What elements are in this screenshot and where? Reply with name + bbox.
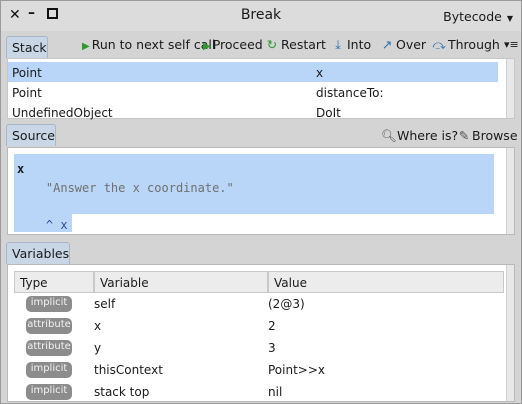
where-is-label: Where is? xyxy=(397,128,459,143)
variable-value: nil xyxy=(268,385,283,399)
title-bar: ✕ – Break Bytecode ▼ xyxy=(1,1,521,31)
browse-button[interactable]: ✎ Browse xyxy=(458,128,518,143)
proceed-label: Proceed xyxy=(212,37,263,52)
table-row[interactable]: implicit stack top nil xyxy=(14,381,504,403)
stack-toolbar: ▶ Run to next self call ▶ Proceed ↻ Restart… xyxy=(1,37,521,55)
restart-icon: ↻ xyxy=(266,37,278,52)
variable-value: 2 xyxy=(268,319,276,333)
step-through-label: Through xyxy=(448,37,500,52)
table-row[interactable]: implicit thisContext Point>>x xyxy=(14,359,504,381)
type-badge: attribute xyxy=(26,340,72,356)
step-over-button[interactable]: ↗ Over xyxy=(380,37,426,52)
step-through-button[interactable]: ⤼ Through xyxy=(432,37,500,53)
restart-label: Restart xyxy=(281,37,326,52)
column-header-value[interactable]: Value xyxy=(268,271,504,293)
proceed-triangle-icon: ▶ xyxy=(203,41,211,52)
variables-table[interactable]: Type Variable Value implicit self (2@3) … xyxy=(7,264,515,402)
variable-value: Point>>x xyxy=(268,363,326,377)
variable-name: x xyxy=(94,319,102,333)
run-to-next-self-call-label: Run to next self call xyxy=(91,37,216,52)
tab-source[interactable]: Source xyxy=(6,124,56,146)
variables-scrollbar[interactable] xyxy=(506,265,514,401)
tab-variables-label: Variables xyxy=(12,246,70,261)
source-scrollbar[interactable] xyxy=(506,148,514,234)
variable-name: stack top xyxy=(94,385,150,399)
stack-row-receiver: Point xyxy=(12,66,42,80)
type-badge: attribute xyxy=(26,318,72,334)
column-header-variable[interactable]: Variable xyxy=(94,271,268,293)
stack-list[interactable]: Point x Point distanceTo: UndefinedObjec… xyxy=(7,58,515,122)
stack-row[interactable]: Point distanceTo: xyxy=(8,82,498,102)
code-line-comment: "Answer the x coordinate." xyxy=(17,181,234,195)
magnifier-icon: 🔍︎ xyxy=(381,128,397,143)
debugger-window: ✕ – Break Bytecode ▼ Stack ▶ Run to next s… xyxy=(0,0,522,404)
table-row[interactable]: attribute y 3 xyxy=(14,337,504,359)
restart-button[interactable]: ↻ Restart xyxy=(265,37,326,52)
variable-name: y xyxy=(94,341,102,355)
source-editor[interactable]: x "Answer the x coordinate." ^ x xyxy=(7,147,515,235)
variable-value: 3 xyxy=(268,341,276,355)
pencil-icon: ✎ xyxy=(458,128,470,143)
stack-row-receiver: Point xyxy=(12,86,42,100)
type-badge: implicit xyxy=(26,296,72,312)
run-triangle-icon: ▶ xyxy=(82,41,90,52)
table-row[interactable]: attribute x 2 xyxy=(14,315,504,337)
stack-row-receiver: UndefinedObject xyxy=(12,106,113,120)
stack-row-selector: DoIt xyxy=(316,106,341,120)
chevron-down-icon: ▼ xyxy=(506,14,513,23)
step-through-icon: ⤼ xyxy=(432,37,446,52)
run-to-next-self-call-button[interactable]: ▶ Run to next self call xyxy=(82,37,215,52)
variable-value: (2@3) xyxy=(268,297,305,311)
mode-dropdown-value: Bytecode xyxy=(443,9,502,24)
tab-variables[interactable]: Variables xyxy=(6,242,70,264)
where-is-button[interactable]: 🔍︎Where is? xyxy=(381,128,458,144)
toolbar-menu-icon[interactable]: ▾≡ xyxy=(504,38,519,51)
stack-row[interactable]: UndefinedObject DoIt xyxy=(8,102,498,122)
type-badge: implicit xyxy=(26,384,72,400)
tab-source-label: Source xyxy=(12,128,55,143)
stack-row-selector: x xyxy=(316,66,324,80)
step-over-icon: ↗ xyxy=(381,37,393,52)
variable-name: self xyxy=(94,297,116,311)
type-badge: implicit xyxy=(26,362,72,378)
table-row[interactable]: implicit self (2@3) xyxy=(14,293,504,315)
step-over-label: Over xyxy=(396,37,427,52)
stack-row-selector: distanceTo: xyxy=(316,86,384,100)
variable-name: thisContext xyxy=(94,363,163,377)
mode-dropdown[interactable]: Bytecode ▼ xyxy=(443,9,513,24)
step-into-button[interactable]: ⤓ Into xyxy=(331,37,371,53)
stack-scrollbar[interactable] xyxy=(506,59,514,118)
code-line-return: ^ x xyxy=(17,218,68,232)
browse-label: Browse xyxy=(472,128,518,143)
proceed-button[interactable]: ▶ Proceed xyxy=(203,37,263,52)
step-into-icon: ⤓ xyxy=(335,37,341,52)
stack-row[interactable]: Point x xyxy=(8,62,498,82)
step-into-label: Into xyxy=(347,37,372,52)
column-header-type[interactable]: Type xyxy=(14,271,94,293)
code-line-selector: x xyxy=(17,162,25,176)
